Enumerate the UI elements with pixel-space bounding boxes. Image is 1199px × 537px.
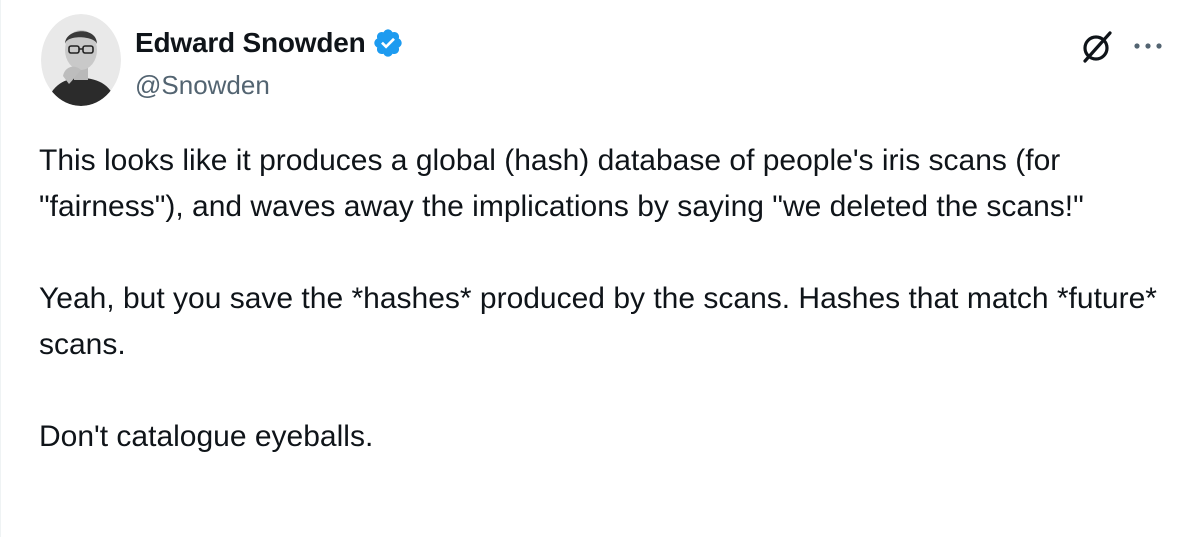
grok-icon[interactable] [1078,28,1116,66]
more-options-icon[interactable] [1131,36,1165,56]
tweet-paragraph: This looks like it produces a global (ha… [39,144,1084,223]
author-name: Edward Snowden [135,27,366,58]
author-name-link[interactable]: Edward Snowden [135,27,404,59]
verified-badge-icon [372,27,404,59]
avatar[interactable] [41,14,121,106]
tweet-card: Edward Snowden @Snowden This looks like … [0,0,1199,537]
author-handle[interactable]: @Snowden [135,70,270,101]
avatar-photo [41,14,121,106]
tweet-paragraph: Yeah, but you save the *hashes* produced… [39,282,1166,361]
tweet-text: This looks like it produces a global (ha… [39,138,1179,460]
tweet-paragraph: Don't catalogue eyeballs. [39,420,374,453]
